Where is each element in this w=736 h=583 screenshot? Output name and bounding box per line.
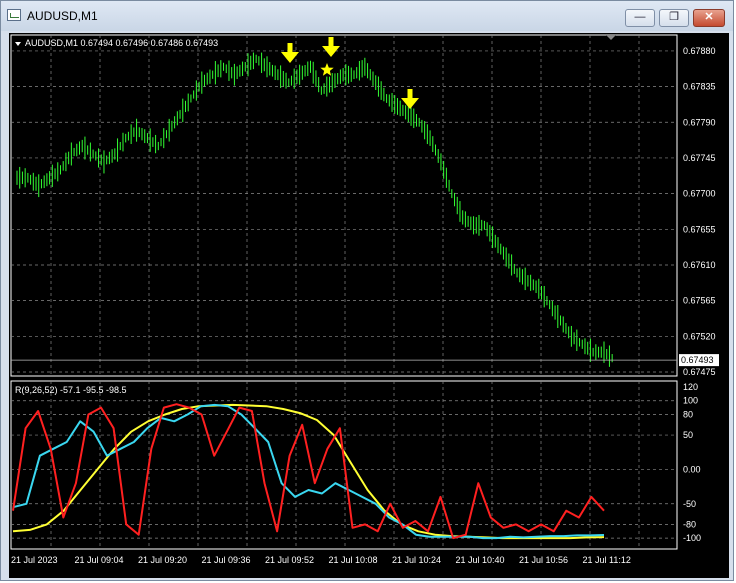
indicator-axis-label: 120 bbox=[683, 382, 698, 392]
indicator-series-fast bbox=[12, 403, 605, 540]
indicator-axis-label: 80 bbox=[683, 409, 693, 419]
window-title: AUDUSD,M1 bbox=[27, 9, 98, 23]
main-panel-frame bbox=[10, 34, 678, 377]
indicator-axis-label: -50 bbox=[683, 499, 696, 509]
arrow-down-icon bbox=[401, 89, 419, 109]
price-axis-label: 0.67655 bbox=[683, 224, 716, 234]
indicator-axis-label: 0.00 bbox=[683, 464, 701, 474]
price-axis-label: 0.67475 bbox=[683, 367, 716, 377]
restore-button[interactable]: ❐ bbox=[659, 9, 689, 27]
price-axis-label: 0.67880 bbox=[683, 46, 716, 56]
arrow-head bbox=[401, 98, 419, 109]
chart-area[interactable]: 0.67880 0.67835 0.67790 0.67745 0.67700 0.676… bbox=[9, 33, 729, 578]
time-axis-label: 21 Jul 2023 bbox=[11, 555, 58, 565]
time-axis-label: 21 Jul 10:40 bbox=[456, 555, 505, 565]
price-axis-label: 0.67520 bbox=[683, 331, 716, 341]
indicator-axis-label: 50 bbox=[683, 430, 693, 440]
chart-svg[interactable]: 0.67880 0.67835 0.67790 0.67745 0.67700 0.676… bbox=[9, 33, 729, 578]
time-axis-label: 21 Jul 10:24 bbox=[392, 555, 441, 565]
arrow-down-icon bbox=[322, 37, 340, 57]
time-axis-label: 21 Jul 10:08 bbox=[329, 555, 378, 565]
indicator-axis-label: -80 bbox=[683, 519, 696, 529]
price-axis-label: 0.67790 bbox=[683, 117, 716, 127]
price-axis-label: 0.67565 bbox=[683, 296, 716, 306]
time-axis-label: 21 Jul 09:36 bbox=[202, 555, 251, 565]
chart-window-icon bbox=[7, 9, 21, 21]
scroll-shift-icon bbox=[606, 35, 616, 40]
close-button[interactable]: ✕ bbox=[693, 9, 725, 27]
indicator-series-slow bbox=[12, 403, 605, 540]
price-axis-label: 0.67745 bbox=[683, 153, 716, 163]
time-axis-label: 21 Jul 09:04 bbox=[75, 555, 124, 565]
time-axis-label: 21 Jul 10:56 bbox=[519, 555, 568, 565]
arrow-head bbox=[322, 46, 340, 57]
star-icon bbox=[320, 63, 334, 76]
minimize-button[interactable]: — bbox=[625, 9, 655, 27]
current-price-label: 0.67493 bbox=[681, 355, 714, 365]
indicator-axis-label: -100 bbox=[683, 533, 701, 543]
header-triangle-icon bbox=[15, 42, 21, 46]
chart-window: AUDUSD,M1 — ❐ ✕ 0.67880 0.67835 0.67790 0.6… bbox=[0, 0, 734, 581]
time-axis-label: 21 Jul 11:12 bbox=[583, 555, 631, 565]
time-axis-label: 21 Jul 09:52 bbox=[265, 555, 314, 565]
indicator-header: R(9,26,52) -57.1 -95.5 -98.5 bbox=[15, 385, 127, 395]
price-axis-label: 0.67835 bbox=[683, 82, 716, 92]
price-axis-label: 0.67700 bbox=[683, 189, 716, 199]
indicator-series-mid bbox=[12, 403, 605, 540]
price-axis-label: 0.67610 bbox=[683, 260, 716, 270]
main-panel-header: AUDUSD,M1 0.67494 0.67496 0.67486 0.6749… bbox=[25, 38, 218, 48]
time-axis-label: 21 Jul 09:20 bbox=[138, 555, 187, 565]
title-bar[interactable]: AUDUSD,M1 — ❐ ✕ bbox=[1, 1, 733, 31]
indicator-axis-label: 100 bbox=[683, 396, 698, 406]
